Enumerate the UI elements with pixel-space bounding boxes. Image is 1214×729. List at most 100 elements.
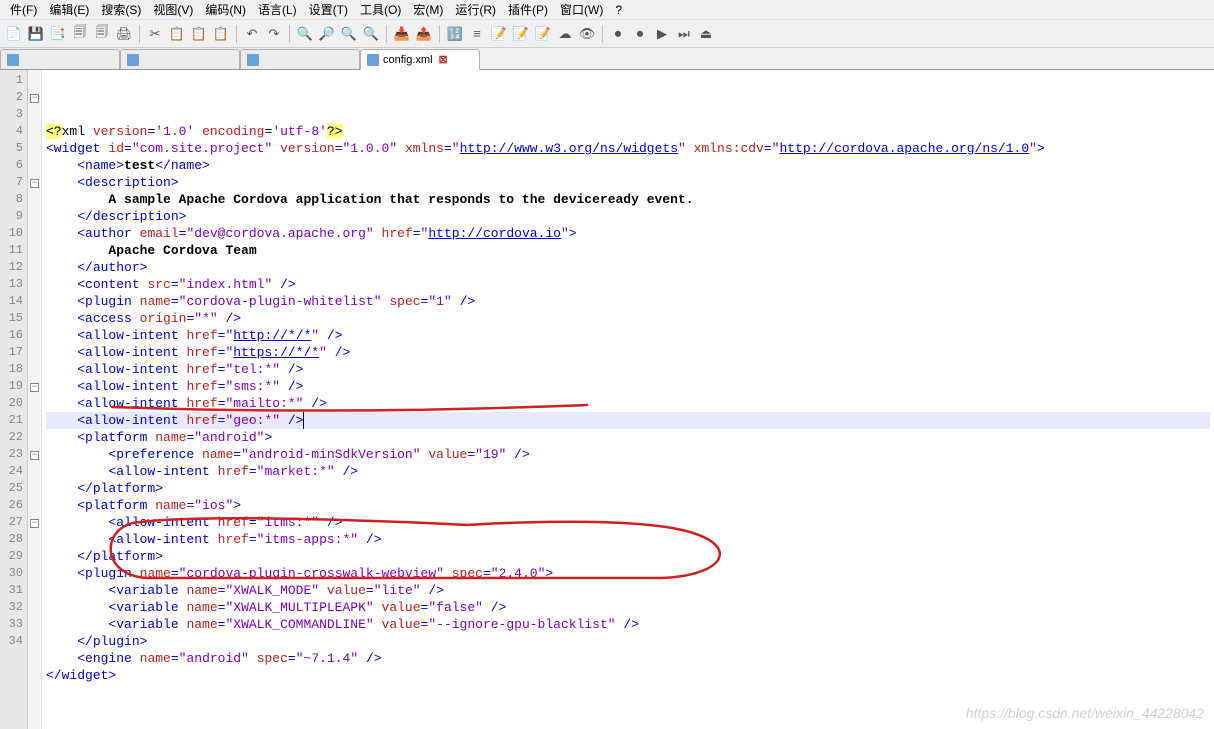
code-line[interactable]: <widget id="com.site.project" version="1… xyxy=(46,140,1210,157)
toolbar-button[interactable]: ⏭ xyxy=(674,24,694,44)
code-line[interactable]: Apache Cordova Team xyxy=(46,242,1210,259)
menu-item[interactable]: 编码(N) xyxy=(199,1,252,18)
code-line[interactable]: <allow-intent href="itms:*" /> xyxy=(46,514,1210,531)
code-line[interactable]: A sample Apache Cordova application that… xyxy=(46,191,1210,208)
editor-tab[interactable] xyxy=(0,49,120,69)
fold-guide[interactable] xyxy=(28,463,41,480)
code-line[interactable]: <plugin name="cordova-plugin-whitelist" … xyxy=(46,293,1210,310)
toolbar-button[interactable]: 💾 xyxy=(26,24,46,44)
toolbar-button[interactable]: 🗐 xyxy=(92,24,112,44)
menu-item[interactable]: 语言(L) xyxy=(252,1,303,18)
fold-guide[interactable] xyxy=(28,225,41,242)
code-line[interactable] xyxy=(46,684,1210,701)
fold-guide[interactable] xyxy=(28,191,41,208)
toolbar-button[interactable]: 🖨 xyxy=(114,24,134,44)
code-editor[interactable]: 1234567891011121314151617181920212223242… xyxy=(0,70,1214,729)
toolbar-button[interactable]: ↷ xyxy=(264,24,284,44)
fold-guide[interactable] xyxy=(28,497,41,514)
toolbar-button[interactable]: 📝 xyxy=(511,24,531,44)
code-line[interactable]: </platform> xyxy=(46,548,1210,565)
fold-guide[interactable] xyxy=(28,582,41,599)
code-line[interactable]: <plugin name="cordova-plugin-crosswalk-w… xyxy=(46,565,1210,582)
toolbar-button[interactable]: ▶ xyxy=(652,24,672,44)
fold-guide[interactable] xyxy=(28,429,41,446)
editor-tab[interactable] xyxy=(120,49,240,69)
toolbar-button[interactable]: 👁 xyxy=(577,24,597,44)
editor-tab[interactable] xyxy=(240,49,360,69)
fold-toggle-icon[interactable]: − xyxy=(30,179,39,188)
toolbar-button[interactable]: 📥 xyxy=(392,24,412,44)
code-line[interactable]: <?xml version='1.0' encoding='utf-8'?> xyxy=(46,123,1210,140)
close-icon[interactable]: ⊠ xyxy=(439,53,448,66)
code-line[interactable]: <access origin="*" /> xyxy=(46,310,1210,327)
fold-toggle-icon[interactable]: − xyxy=(30,451,39,460)
toolbar-button[interactable]: 📝 xyxy=(533,24,553,44)
toolbar-button[interactable]: 📄 xyxy=(4,24,24,44)
code-line[interactable]: <allow-intent href="http://*/*" /> xyxy=(46,327,1210,344)
toolbar-button[interactable]: ↶ xyxy=(242,24,262,44)
code-line[interactable]: <description> xyxy=(46,174,1210,191)
toolbar-button[interactable]: ⏏ xyxy=(696,24,716,44)
menu-item[interactable]: 运行(R) xyxy=(449,1,502,18)
code-line[interactable]: <name>test</name> xyxy=(46,157,1210,174)
fold-toggle-icon[interactable]: − xyxy=(30,519,39,528)
code-area[interactable]: <?xml version='1.0' encoding='utf-8'?><w… xyxy=(42,70,1214,729)
fold-guide[interactable] xyxy=(28,72,41,89)
fold-guide[interactable] xyxy=(28,633,41,650)
fold-guide[interactable] xyxy=(28,259,41,276)
fold-guide[interactable] xyxy=(28,599,41,616)
toolbar-button[interactable]: ☁ xyxy=(555,24,575,44)
code-line[interactable]: </plugin> xyxy=(46,633,1210,650)
toolbar-button[interactable]: 🔎 xyxy=(317,24,337,44)
code-line[interactable]: <platform name="android"> xyxy=(46,429,1210,446)
toolbar-button[interactable]: 📋 xyxy=(189,24,209,44)
menu-item[interactable]: 窗口(W) xyxy=(554,1,609,18)
menu-item[interactable]: 视图(V) xyxy=(147,1,199,18)
toolbar-button[interactable]: 📋 xyxy=(167,24,187,44)
fold-guide[interactable] xyxy=(28,123,41,140)
code-line[interactable]: <allow-intent href="geo:*" /> xyxy=(46,412,1210,429)
fold-guide[interactable] xyxy=(28,310,41,327)
toolbar-button[interactable]: 🔢 xyxy=(445,24,465,44)
fold-guide[interactable] xyxy=(28,361,41,378)
code-line[interactable]: <variable name="XWALK_COMMANDLINE" value… xyxy=(46,616,1210,633)
toolbar-button[interactable]: ⏺ xyxy=(630,24,650,44)
code-line[interactable]: <allow-intent href="market:*" /> xyxy=(46,463,1210,480)
code-line[interactable]: <author email="dev@cordova.apache.org" h… xyxy=(46,225,1210,242)
toolbar-button[interactable]: ✂ xyxy=(145,24,165,44)
menu-item[interactable]: ? xyxy=(609,3,628,17)
code-line[interactable]: <variable name="XWALK_MULTIPLEAPK" value… xyxy=(46,599,1210,616)
toolbar-button[interactable]: 📑 xyxy=(48,24,68,44)
fold-guide[interactable] xyxy=(28,157,41,174)
fold-guide[interactable] xyxy=(28,395,41,412)
fold-guide[interactable] xyxy=(28,242,41,259)
toolbar-button[interactable]: 📝 xyxy=(489,24,509,44)
toolbar-button[interactable]: 🗐 xyxy=(70,24,90,44)
fold-guide[interactable] xyxy=(28,616,41,633)
code-line[interactable]: </author> xyxy=(46,259,1210,276)
toolbar-button[interactable]: 🔍 xyxy=(361,24,381,44)
fold-guide[interactable] xyxy=(28,140,41,157)
menu-item[interactable]: 设置(T) xyxy=(303,1,354,18)
code-line[interactable]: <engine name="android" spec="~7.1.4" /> xyxy=(46,650,1210,667)
fold-guide[interactable] xyxy=(28,412,41,429)
code-line[interactable]: <variable name="XWALK_MODE" value="lite"… xyxy=(46,582,1210,599)
fold-guide[interactable] xyxy=(28,344,41,361)
code-line[interactable]: <preference name="android-minSdkVersion"… xyxy=(46,446,1210,463)
menu-item[interactable]: 件(F) xyxy=(4,1,43,18)
fold-guide[interactable] xyxy=(28,276,41,293)
toolbar-button[interactable]: ⏺ xyxy=(608,24,628,44)
code-line[interactable]: </platform> xyxy=(46,480,1210,497)
editor-tab[interactable]: config.xml⊠ xyxy=(360,49,480,70)
fold-guide[interactable] xyxy=(28,106,41,123)
fold-guide[interactable] xyxy=(28,327,41,344)
fold-toggle-icon[interactable]: − xyxy=(30,94,39,103)
toolbar-button[interactable]: 📋 xyxy=(211,24,231,44)
fold-guide[interactable] xyxy=(28,548,41,565)
fold-guide[interactable] xyxy=(28,565,41,582)
menu-item[interactable]: 编辑(E) xyxy=(43,1,95,18)
code-line[interactable]: <allow-intent href="sms:*" /> xyxy=(46,378,1210,395)
code-line[interactable]: </widget> xyxy=(46,667,1210,684)
code-line[interactable]: <allow-intent href="itms-apps:*" /> xyxy=(46,531,1210,548)
fold-toggle-icon[interactable]: − xyxy=(30,383,39,392)
